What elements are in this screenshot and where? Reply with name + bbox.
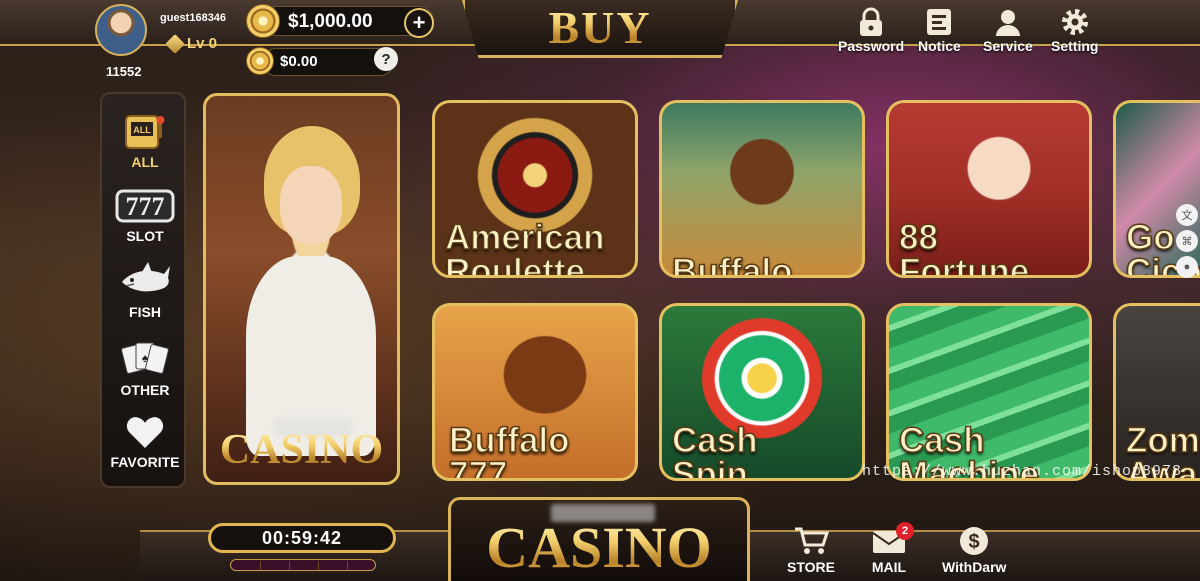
withdraw-label: WithDarw (942, 559, 1007, 575)
sidebar-item-favorite[interactable]: FAVORITE (102, 414, 188, 470)
svg-text:♠: ♠ (142, 351, 149, 365)
service-button[interactable]: Service (983, 6, 1033, 54)
buy-label: BUY (548, 2, 652, 53)
slot-machine-icon: ALL (125, 115, 165, 149)
featured-title: CASINO (206, 426, 397, 474)
featured-casino-banner[interactable]: CASINO (203, 93, 400, 485)
game-title: Buffalo (671, 252, 793, 278)
add-funds-button[interactable]: + (404, 8, 434, 38)
floating-widget-icon[interactable]: ⌘ (1176, 230, 1198, 252)
password-label: Password (838, 38, 905, 54)
featured-character-face (280, 166, 342, 244)
floating-widget-icon[interactable]: 文 (1176, 204, 1198, 226)
user-id: 11552 (106, 64, 142, 79)
sidebar-item-all[interactable]: ALL ALL (102, 112, 188, 170)
progress-divider (347, 561, 348, 570)
notice-button[interactable]: Notice (918, 6, 961, 54)
progress-divider (260, 561, 261, 570)
buy-button[interactable]: BUY (462, 0, 738, 58)
avatar[interactable] (95, 4, 147, 56)
level-row: Lv 0 (165, 33, 218, 54)
store-button[interactable]: STORE (787, 525, 835, 575)
notice-icon (925, 6, 953, 38)
service-icon (993, 6, 1023, 38)
game-card-american-roulette[interactable]: American Roulette (432, 100, 638, 278)
username: guest168346 (160, 12, 227, 24)
notice-label: Notice (918, 38, 961, 54)
bonus-value: $0.00 (280, 53, 318, 70)
setting-button[interactable]: Setting (1051, 6, 1098, 54)
store-label: STORE (787, 559, 835, 575)
balance-value: $1,000.00 (288, 11, 373, 32)
service-label: Service (983, 38, 1033, 54)
game-title: Buffalo 777 (448, 421, 570, 481)
game-card-buffalo-777[interactable]: Buffalo 777 (432, 303, 638, 481)
bonus-timer: 00:59:42 (208, 523, 396, 553)
cards-icon: ♠ (121, 342, 169, 374)
shark-icon (122, 262, 170, 292)
floating-widget-icon[interactable]: ● (1176, 256, 1198, 278)
sidebar-item-other[interactable]: ♠ OTHER (102, 338, 188, 398)
game-title: 88 Fortune (898, 218, 1030, 278)
game-card-cash-machine[interactable]: Cash Machine (886, 303, 1092, 481)
progress-divider (289, 561, 290, 570)
svg-text:$: $ (969, 531, 980, 553)
heart-icon (126, 417, 164, 448)
category-sidebar: ALL ALL 777 SLOT FISH ♠ OTHER FAVORITE (100, 92, 186, 488)
dollar-coin-icon: $ (960, 527, 989, 555)
coin-icon (246, 47, 274, 75)
watermark: https://www.huzhan.com/ishop8978 (862, 463, 1183, 480)
svg-text:777: 777 (126, 192, 165, 221)
level-text: Lv 0 (187, 35, 218, 52)
sidebar-label-favorite: FAVORITE (110, 454, 180, 470)
password-button[interactable]: Password (838, 6, 904, 54)
casino-logo-text: CASINO (486, 515, 712, 580)
setting-label: Setting (1051, 38, 1099, 54)
mail-label: MAIL (871, 559, 907, 575)
help-button[interactable]: ? (374, 47, 398, 71)
game-title: Cash Spin (671, 421, 758, 481)
timer-text: 00:59:42 (261, 527, 343, 548)
blurred-brand (551, 504, 655, 522)
game-card-88-fortune[interactable]: 88 Fortune (886, 100, 1092, 278)
sidebar-item-slot[interactable]: 777 SLOT (102, 188, 188, 244)
withdraw-button[interactable]: $ WithDarw (942, 525, 1006, 575)
cart-icon (794, 527, 829, 554)
game-card-buffalo[interactable]: Buffalo (659, 100, 865, 278)
coin-icon (246, 4, 280, 38)
casino-logo: CASINO (448, 497, 750, 581)
game-title: American Roulette (444, 218, 605, 278)
gear-icon (1060, 6, 1090, 38)
svg-text:ALL: ALL (133, 125, 151, 135)
sidebar-label-other: OTHER (120, 382, 170, 398)
progress-divider (318, 561, 319, 570)
sidebar-item-fish[interactable]: FISH (102, 260, 188, 320)
lock-icon (858, 6, 884, 38)
777-icon: 777 (115, 189, 175, 223)
diamond-icon (165, 33, 185, 54)
game-card-zombie[interactable]: Zom Awa (1113, 303, 1200, 481)
sidebar-label-slot: SLOT (126, 228, 164, 244)
mail-badge: 2 (896, 522, 914, 540)
sidebar-label-fish: FISH (129, 304, 161, 320)
sidebar-label-all: ALL (131, 154, 159, 170)
game-card-cash-spin[interactable]: Cash Spin (659, 303, 865, 481)
bonus-progress-bar (230, 559, 376, 571)
